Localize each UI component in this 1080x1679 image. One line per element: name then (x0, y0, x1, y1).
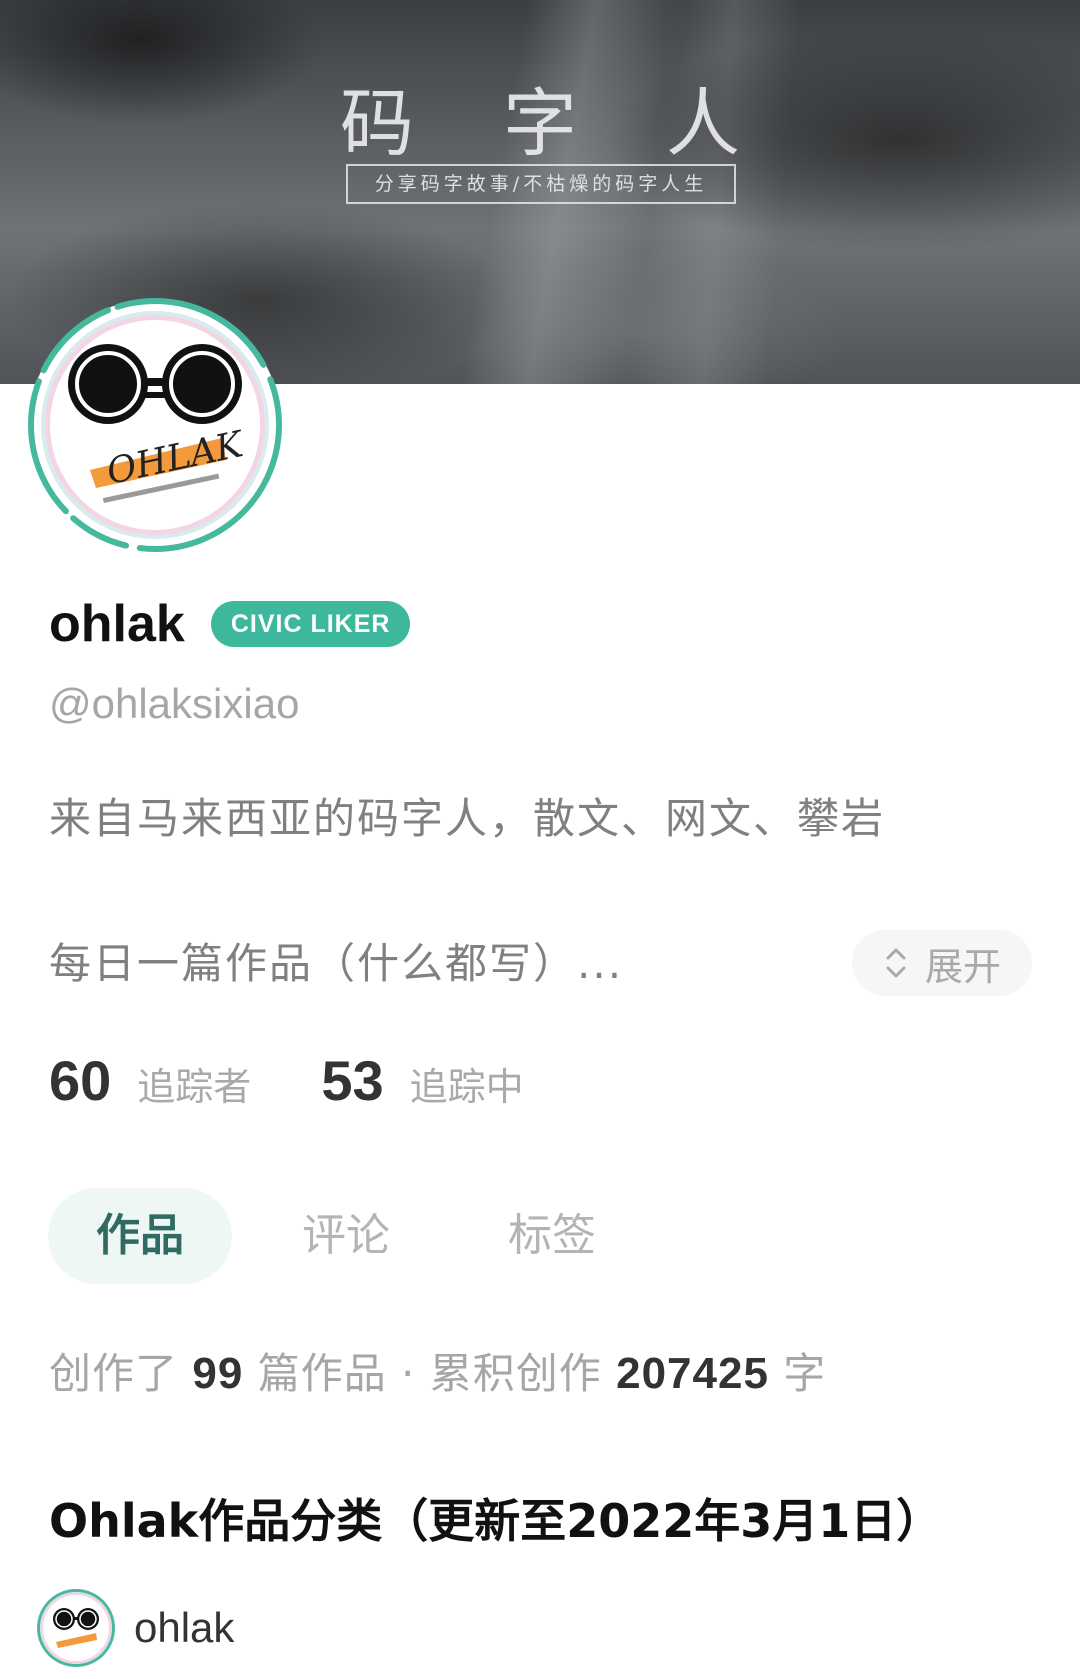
profile-bio: 来自马来西亚的码字人，散文、网文、攀岩 (49, 794, 886, 843)
author-avatar (40, 1592, 112, 1664)
profile-description: 每日一篇作品（什么都写）... (49, 939, 624, 988)
post-author[interactable]: ohlak (40, 1592, 234, 1664)
profile-avatar[interactable]: OHLAK (22, 292, 288, 558)
following-stat[interactable]: 53 追踪中 (321, 1048, 523, 1113)
cover-title-char: 码 (340, 81, 414, 167)
civic-liker-badge[interactable]: CIVIC LIKER (210, 601, 411, 647)
expand-label: 展开 (924, 944, 1001, 989)
followers-stat[interactable]: 60 追踪者 (49, 1048, 251, 1113)
expand-button[interactable]: 展开 (852, 930, 1032, 996)
following-count: 53 (321, 1049, 384, 1112)
cover-subtitle: 分享码字故事/不枯燥的码字人生 (346, 164, 736, 204)
works-summary: 创作了 99 篇作品 · 累积创作 207425 字 (49, 1340, 826, 1401)
cover-title-char: 人 (666, 81, 740, 167)
followers-count: 60 (49, 1049, 112, 1112)
name-row: ohlak CIVIC LIKER (49, 590, 411, 658)
profile-tabs: 作品 评论 标签 (48, 1188, 666, 1284)
cover-title-char: 字 (503, 81, 577, 167)
tab-tags[interactable]: 标签 (460, 1188, 644, 1284)
works-count: 99 (192, 1349, 244, 1398)
profile-name: ohlak (49, 595, 185, 653)
author-name: ohlak (134, 1604, 235, 1651)
summary-prefix: 创作了 (49, 1349, 179, 1398)
summary-suffix: 字 (783, 1349, 827, 1398)
expand-chevron-icon (886, 948, 906, 978)
following-label: 追踪中 (409, 1065, 524, 1109)
word-count: 207425 (616, 1349, 769, 1398)
post-title[interactable]: Ohlak作品分类（更新至2022年3月1日） (49, 1485, 942, 1551)
tab-comments[interactable]: 评论 (254, 1188, 438, 1284)
tab-works[interactable]: 作品 (48, 1188, 232, 1284)
follow-stats: 60 追踪者 53 追踪中 (49, 1048, 594, 1113)
sunglasses-logo-icon (53, 1608, 99, 1648)
followers-label: 追踪者 (137, 1065, 252, 1109)
summary-middle: 篇作品 · 累积创作 (257, 1349, 602, 1398)
avatar-image: OHLAK (50, 320, 260, 530)
profile-handle: @ohlaksixiao (49, 680, 300, 727)
cover-title: 码 字 人 (340, 64, 740, 171)
